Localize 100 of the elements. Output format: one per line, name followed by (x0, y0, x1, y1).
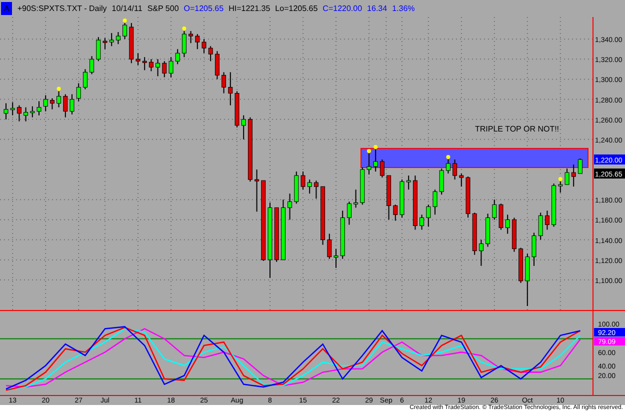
candlestick (90, 56, 94, 75)
candlestick (459, 173, 464, 188)
candlestick (202, 38, 206, 54)
candlestick (492, 199, 497, 220)
candlestick (558, 181, 563, 194)
candlestick (50, 98, 54, 110)
candlestick (525, 253, 530, 306)
candlestick (116, 32, 120, 45)
candlestick (241, 114, 246, 140)
candlestick (30, 106, 35, 118)
candlestick (544, 210, 550, 230)
candlestick (400, 179, 404, 218)
candlestick (314, 180, 318, 200)
candlestick (571, 164, 576, 188)
candlestick (175, 48, 180, 65)
candlestick (280, 199, 286, 260)
candlestick (70, 94, 74, 115)
candlestick (136, 52, 140, 66)
candlestick (452, 158, 458, 180)
candlestick (24, 106, 28, 122)
candlestick (43, 94, 48, 112)
candlestick (578, 158, 582, 174)
pivot-dot (122, 18, 127, 23)
candlestick (228, 72, 233, 106)
candlestick (96, 36, 101, 62)
candlestick (426, 204, 431, 228)
candlestick (274, 207, 279, 262)
candlestick (354, 189, 358, 208)
candlestick (478, 239, 484, 266)
candlestick (208, 46, 213, 62)
candlestick (148, 58, 154, 72)
candlestick (472, 212, 477, 256)
candlestick (486, 213, 490, 248)
candlestick (188, 30, 194, 44)
candlestick (412, 175, 418, 230)
candlestick (307, 179, 312, 194)
candlestick (360, 167, 365, 206)
candlestick (76, 82, 81, 102)
candlestick (406, 175, 411, 190)
candlestick (386, 175, 392, 220)
chart-badge: A (1, 2, 12, 15)
candlestick (340, 210, 345, 260)
candlestick (432, 189, 438, 216)
candlestick (63, 94, 68, 118)
candlestick (380, 158, 384, 178)
candlestick (327, 233, 332, 260)
candlestick (234, 90, 240, 128)
quote-value: 16.34 (367, 4, 388, 13)
pivot-dot (374, 144, 378, 149)
candlestick (439, 168, 444, 196)
candlestick (366, 152, 372, 176)
candlestick (552, 183, 556, 228)
date-label: 10/14/11 (112, 4, 142, 13)
pivot-dot (367, 148, 371, 153)
candlestick (222, 72, 226, 94)
candlestick (466, 176, 470, 218)
candlestick (420, 214, 424, 230)
pivot-dot (446, 154, 450, 159)
candlestick (109, 32, 114, 47)
candlestick (142, 56, 147, 71)
quote-value: C=1220.00 (322, 4, 362, 13)
candlestick (162, 60, 167, 78)
candlestick (538, 212, 543, 240)
pivot-dot (56, 86, 61, 91)
quote-value: 1.36% (392, 4, 415, 13)
pivot-dot (558, 177, 562, 182)
candlestick (288, 193, 292, 220)
candlestick (122, 22, 128, 40)
candlestick (36, 100, 42, 116)
candlestick (334, 248, 338, 268)
index-name: S&P 500 (147, 4, 179, 13)
candlestick (168, 56, 174, 78)
candlestick (446, 158, 450, 174)
candlestick (518, 247, 524, 284)
candlestick (248, 116, 252, 182)
candlestick (498, 203, 504, 230)
candlestick (156, 58, 160, 77)
candlestick (505, 214, 510, 234)
candlestick (294, 171, 299, 204)
candlestick (564, 168, 570, 186)
candlestick (16, 104, 22, 122)
candlestick (214, 50, 220, 80)
chart-annotation: TRIPLE TOP OR NOT!! (475, 124, 560, 134)
candlestick (532, 232, 536, 266)
candlestick (82, 68, 88, 90)
candlestick (254, 169, 260, 212)
pivot-dot (182, 26, 186, 31)
candlestick (195, 34, 200, 50)
candlestick (4, 102, 8, 120)
candlestick (512, 217, 516, 252)
candlestick (10, 102, 15, 116)
candlestick (393, 204, 398, 222)
candlestick (182, 30, 186, 58)
candlestick (129, 22, 134, 64)
quote-value: HI=1221.35 (228, 4, 270, 13)
candlestick (373, 148, 378, 172)
quote-value: O=1205.65 (184, 4, 224, 13)
symbol-label: +90S:SPXTS.TXT - Daily (17, 4, 107, 13)
quote-value: Lo=1205.65 (275, 4, 318, 13)
candlestick (300, 171, 306, 190)
